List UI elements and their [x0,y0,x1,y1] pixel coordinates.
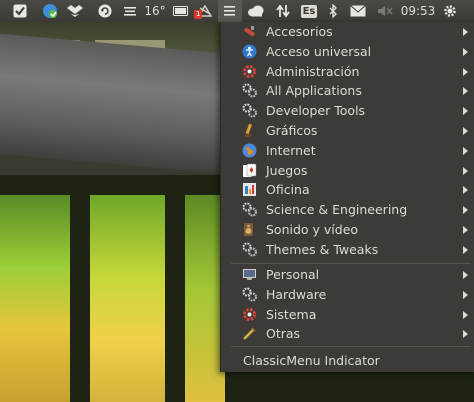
menu-item-label: Sonido y vídeo [266,222,359,237]
science-icon [242,202,257,217]
administration-icon [242,64,257,79]
dropbox-icon[interactable] [60,0,90,22]
submenu-arrow-icon [463,245,468,254]
menu-item-label: Administración [266,63,360,79]
menu-item-label: ClassicMenu Indicator [243,353,380,368]
keyboard-layout-label: Es [300,4,318,18]
games-icon [242,163,257,178]
menu-item-acceso-universal[interactable]: Acceso universal [221,42,474,61]
universal-access-icon [242,44,257,59]
menu-item-label: All Applications [266,83,362,99]
submenu-arrow-icon [463,87,468,96]
menu-item-label: Acceso universal [266,43,372,59]
menu-item-internet[interactable]: Internet [221,141,474,160]
hardware-icon [242,287,257,302]
notification-badge: 1 [194,10,203,19]
menu-separator [231,346,471,347]
submenu-arrow-icon [463,107,468,116]
system-icon [242,307,257,322]
menu-item-accesorios[interactable]: Accesorios [221,22,474,41]
menu-item-label: Gráficos [266,123,318,138]
submenu-arrow-icon [463,330,468,339]
menu-item-oficina[interactable]: Oficina [221,180,474,199]
submenu-arrow-icon [463,47,468,56]
temperature-label[interactable]: 16° [140,0,170,22]
submenu-arrow-icon [463,146,468,155]
menu-item-classicmenu-indicator[interactable]: ClassicMenu Indicator [221,351,474,370]
mail-notify-icon[interactable]: 1 [192,0,218,22]
menu-item-label: Hardware [266,286,327,302]
menu-item-label: Science & Engineering [266,202,408,218]
submenu-arrow-icon [463,310,468,319]
submenu-arrow-icon [463,186,468,195]
submenu-arrow-icon [463,226,468,234]
submenu-arrow-icon [463,28,468,36]
menu-item-label: Juegos [266,162,308,178]
developer-tools-icon [242,103,257,118]
menu-item-science-engineering[interactable]: Science & Engineering [221,200,474,219]
menu-item-juegos[interactable]: Juegos [221,161,474,180]
menu-separator [231,263,471,264]
submenu-arrow-icon [463,290,468,299]
submenu-arrow-icon [463,67,468,76]
battery-icon[interactable] [170,0,192,22]
menu-item-label: Otras [266,326,301,342]
office-icon [242,182,257,197]
clock-label[interactable]: 09:53 [398,0,438,22]
keyboard-icon[interactable]: Es [296,0,322,22]
sound-video-icon [242,222,257,237]
internet-icon [242,143,257,158]
menu-item-otras[interactable]: Otras [221,324,474,343]
menu-item-label: Developer Tools [266,103,366,119]
all-applications-icon [242,83,257,98]
menu-item-sonido-y-v-deo[interactable]: Sonido y vídeo [221,220,474,239]
menu-item-themes-tweaks[interactable]: Themes & Tweaks [221,240,474,259]
menu-item-label: Sistema [266,306,317,322]
accessories-icon [242,24,257,39]
menu-item-sistema[interactable]: Sistema [221,305,474,324]
gear-icon[interactable] [438,0,462,22]
cloud-icon[interactable] [242,0,270,22]
menu-item-label: Oficina [266,182,310,198]
volume-muted-icon[interactable] [372,0,398,22]
classicmenu-icon[interactable] [218,0,242,22]
menu-item-label: Accesorios [266,24,333,39]
personal-icon [242,267,257,282]
network-icon[interactable] [270,0,296,22]
update-icon[interactable] [90,0,120,22]
graphics-icon [242,123,257,138]
menu-item-label: Internet [266,142,316,158]
cloud-sync-icon[interactable] [40,0,60,22]
menu-item-all-applications[interactable]: All Applications [221,81,474,100]
menu-item-developer-tools[interactable]: Developer Tools [221,101,474,120]
checkbox-indicator-icon[interactable] [0,0,40,22]
other-icon [242,326,257,341]
bluetooth-icon[interactable] [322,0,344,22]
submenu-arrow-icon [463,206,468,215]
menu-item-personal[interactable]: Personal [221,265,474,284]
envelope-icon[interactable] [344,0,372,22]
submenu-arrow-icon [463,271,468,279]
submenu-arrow-icon [463,166,468,175]
menu-item-label: Themes & Tweaks [266,241,379,257]
menu-item-gr-ficos[interactable]: Gráficos [221,121,474,140]
applications-menu: Accesorios Acceso universal Administración… [220,22,474,372]
weather-icon[interactable] [120,0,140,22]
themes-icon [242,242,257,257]
submenu-arrow-icon [463,127,468,135]
menu-item-label: Personal [266,267,320,282]
top-panel: 16° 1 Es 09:53 [0,0,474,22]
menu-item-hardware[interactable]: Hardware [221,285,474,304]
menu-item-administraci-n[interactable]: Administración [221,62,474,81]
